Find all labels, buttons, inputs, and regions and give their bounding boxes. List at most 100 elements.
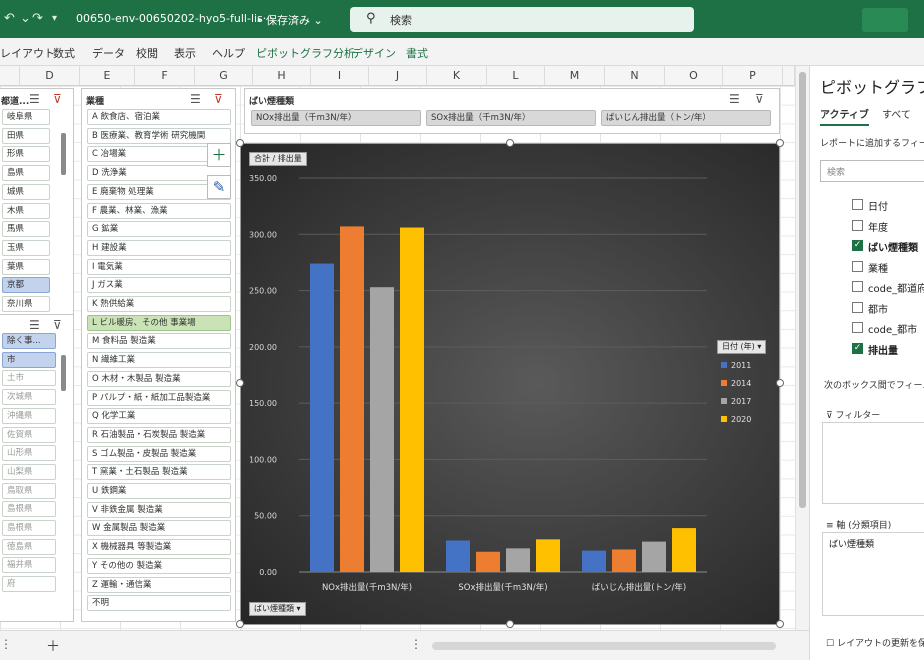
horizontal-scrollbar[interactable] [432,642,776,650]
field-label[interactable]: 都市 [868,301,888,316]
slicer-item-sox[interactable]: SOx排出量（千m3N/年） [426,110,596,126]
slicer-item[interactable]: I 電気業 [87,258,231,275]
axis-drop-area[interactable]: ばい煙種類 [822,532,924,616]
multi-select-icon[interactable]: ☰ [29,92,40,106]
slicer-item[interactable]: 馬県 [2,221,50,238]
resize-handle[interactable] [506,139,514,147]
bar-2017[interactable] [506,548,530,572]
legend-entry[interactable]: 2011 [731,361,751,370]
chart-styles-button[interactable]: ✎ [207,175,231,199]
column-header[interactable]: G [195,66,253,86]
resize-handle[interactable] [776,620,784,628]
column-header[interactable]: D [20,66,80,86]
sheet-nav-icon[interactable]: ⋮ [0,637,12,651]
tab-all[interactable]: すべて [882,106,911,121]
legend-entry[interactable]: 2014 [731,379,751,388]
column-header[interactable]: F [135,66,195,86]
slicer-item[interactable]: R 石油製品・石炭製品 製造業 [87,426,231,443]
column-header[interactable]: N [605,66,665,86]
bar-2017[interactable] [370,287,394,572]
slicer-item[interactable]: 徳島県 [2,538,56,555]
slicer-item[interactable]: 山形県 [2,445,56,462]
slicer-item[interactable]: 市 [2,351,56,368]
field-checkbox[interactable]: ✓ [852,240,863,251]
slicer-item[interactable]: 葉県 [2,258,50,275]
field-label[interactable]: code_都道府 [868,280,924,295]
slicer-item[interactable]: W 金属製品 製造業 [87,520,231,537]
field-search-input[interactable]: 検索 [820,160,924,182]
tab-page-layout[interactable]: レイアウト [0,45,55,61]
bar-2011[interactable] [310,263,334,572]
axis-area-item[interactable]: ばい煙種類 [829,537,874,550]
slicer-item[interactable]: L ビル暖房、その他 事業場 [87,314,231,331]
column-header[interactable]: H [253,66,311,86]
column-header[interactable]: O [665,66,723,86]
tab-format[interactable]: 書式 [406,45,428,61]
slicer-scrollbar[interactable] [61,355,66,391]
add-sheet-icon[interactable]: ＋ [46,636,60,656]
slicer-item[interactable]: Z 運輸・通信業 [87,576,231,593]
resize-handle[interactable] [236,620,244,628]
bar-2020[interactable] [672,528,696,572]
slicer-item[interactable]: 京都 [2,277,50,294]
vertical-scrollbar[interactable] [795,66,809,630]
resize-handle[interactable] [236,139,244,147]
slicer-item[interactable]: 山梨県 [2,463,56,480]
column-header[interactable]: L [487,66,545,86]
checkbox[interactable]: ☐ [826,639,834,649]
bar-2011[interactable] [446,540,470,572]
tab-data[interactable]: データ [92,45,125,61]
tab-formulas[interactable]: 数式 [53,45,75,61]
clear-filter-icon[interactable]: ⊽ [214,92,223,106]
slicer-item[interactable]: 田県 [2,127,50,144]
column-header[interactable]: E [80,66,135,86]
scrollbar-thumb[interactable] [799,72,806,508]
column-header-q[interactable] [783,66,795,86]
slicer-item-nox[interactable]: NOx排出量（千m3N/年） [251,110,421,126]
slicer-item[interactable]: G 鉱業 [87,221,231,238]
column-header[interactable]: J [369,66,427,86]
field-checkbox[interactable] [852,260,863,272]
slicer-item[interactable]: V 非鉄金属 製造業 [87,501,231,518]
field-checkbox[interactable] [852,219,863,231]
defer-update-label[interactable]: ☐ レイアウトの更新を保 [826,636,924,649]
search-box[interactable]: ⚲ 検索 [350,7,694,32]
slicer-item[interactable]: 沖縄県 [2,407,56,424]
slicer-item[interactable]: A 飲食店、宿泊業 [87,109,231,125]
slicer-item[interactable]: 鳥取県 [2,482,56,499]
field-label[interactable]: 年度 [868,219,888,234]
value-field-button[interactable]: 合計 / 排出量 [249,152,307,166]
slicer-item[interactable]: 形県 [2,146,50,163]
field-label[interactable]: 排出量 [868,342,898,357]
tab-active[interactable]: アクティブ [820,106,869,126]
column-header[interactable]: M [545,66,605,86]
bar-2020[interactable] [536,539,560,572]
slicer-item[interactable]: 次城県 [2,389,56,406]
bar-2014[interactable] [476,551,500,572]
chart-elements-button[interactable]: ＋ [207,143,231,167]
undo-icon[interactable]: ↶ [4,11,15,26]
slicer-item[interactable]: 城県 [2,183,50,200]
slicer-item[interactable]: 島根県 [2,520,56,536]
account-area[interactable] [862,8,908,32]
slicer-item[interactable]: X 機械器具 等製造業 [87,539,231,556]
tab-design[interactable]: デザイン [352,45,396,61]
field-checkbox[interactable] [852,322,863,333]
slicer-item[interactable]: S ゴム製品・皮製品 製造業 [87,445,231,462]
slicer-item-dust[interactable]: ばいじん排出量（トン/年） [601,110,771,126]
slicer-item[interactable]: 佐賀県 [2,426,56,443]
clear-filter-icon[interactable]: ⊽ [53,92,62,106]
field-label[interactable]: ばい煙種類 [868,239,918,254]
slicer-item[interactable]: K 熱供給業 [87,296,231,312]
field-label[interactable]: code_都市 [868,321,917,336]
multi-select-icon[interactable]: ☰ [190,92,201,106]
legend-entry[interactable]: 2017 [731,397,751,406]
resize-handle[interactable] [236,379,244,387]
slicer-item[interactable]: 不明 [87,595,231,612]
field-checkbox[interactable] [852,301,863,313]
axis-field-button[interactable]: ばい煙種類 ▾ [249,602,306,616]
tab-help[interactable]: ヘルプ [212,45,245,61]
field-checkbox[interactable] [852,199,863,210]
slicer-item[interactable]: 除く事... [2,333,56,349]
bar-2014[interactable] [340,226,364,573]
